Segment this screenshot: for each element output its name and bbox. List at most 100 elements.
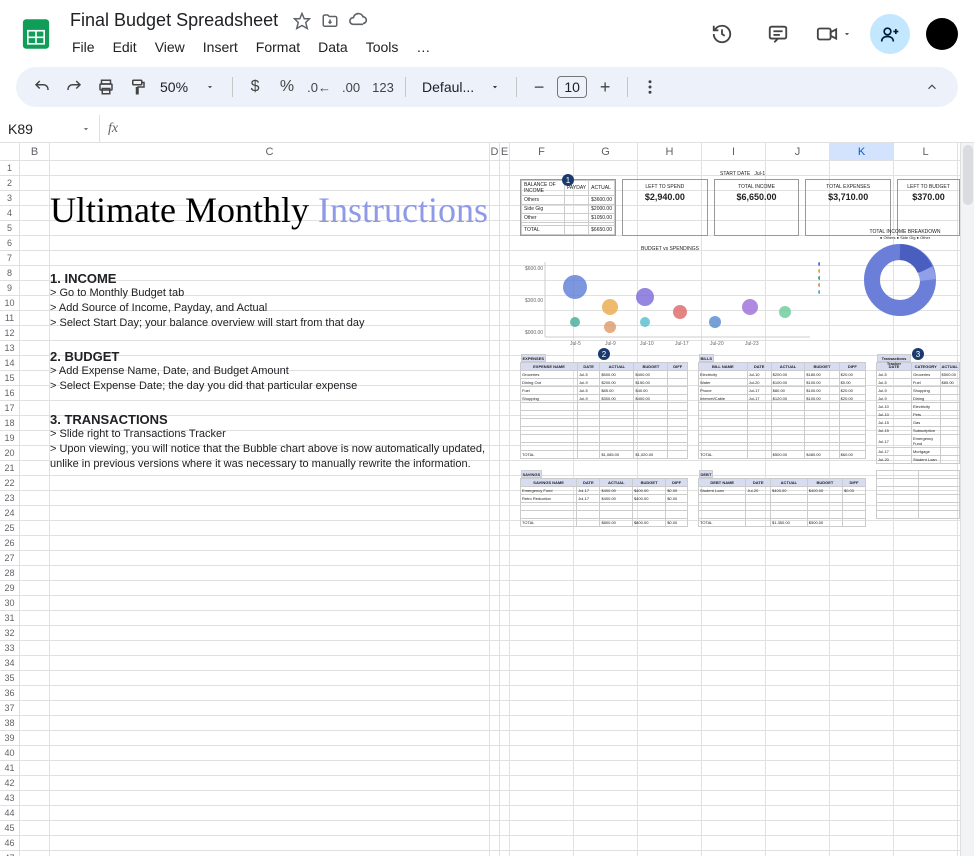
- cell[interactable]: [50, 611, 490, 625]
- cell[interactable]: [702, 401, 766, 415]
- cell[interactable]: [574, 671, 638, 685]
- cell[interactable]: [574, 476, 638, 490]
- cell[interactable]: [894, 191, 958, 205]
- cell[interactable]: [702, 311, 766, 325]
- cell[interactable]: [638, 341, 702, 355]
- cell[interactable]: [50, 311, 490, 325]
- cell[interactable]: [500, 566, 510, 580]
- paint-format-button[interactable]: [124, 73, 152, 101]
- cell[interactable]: [510, 251, 574, 265]
- cell[interactable]: [500, 446, 510, 460]
- cell[interactable]: [490, 686, 500, 700]
- cell[interactable]: [894, 851, 958, 856]
- font-size-decrease[interactable]: −: [525, 73, 553, 101]
- cell[interactable]: [894, 206, 958, 220]
- cell[interactable]: [490, 191, 500, 205]
- row-header[interactable]: 29: [0, 581, 20, 595]
- cell[interactable]: [500, 251, 510, 265]
- row-header[interactable]: 12: [0, 326, 20, 340]
- cell[interactable]: [766, 401, 830, 415]
- cell[interactable]: [766, 626, 830, 640]
- cell[interactable]: [20, 581, 50, 595]
- cell[interactable]: [638, 401, 702, 415]
- cell[interactable]: [20, 236, 50, 250]
- cell[interactable]: [20, 326, 50, 340]
- cell[interactable]: [702, 566, 766, 580]
- cell[interactable]: [490, 446, 500, 460]
- cell[interactable]: [50, 761, 490, 775]
- cell[interactable]: [830, 701, 894, 715]
- select-all-corner[interactable]: [0, 143, 20, 160]
- cell[interactable]: [894, 176, 958, 190]
- cell[interactable]: [894, 641, 958, 655]
- currency-button[interactable]: $: [241, 73, 269, 101]
- row-header[interactable]: 14: [0, 356, 20, 370]
- cell[interactable]: [638, 656, 702, 670]
- cell[interactable]: [20, 386, 50, 400]
- cell[interactable]: [500, 326, 510, 340]
- cell[interactable]: [766, 341, 830, 355]
- cell[interactable]: [510, 731, 574, 745]
- cell[interactable]: [574, 386, 638, 400]
- row-header[interactable]: 39: [0, 731, 20, 745]
- cell[interactable]: [510, 341, 574, 355]
- cell[interactable]: [510, 716, 574, 730]
- cell[interactable]: [894, 296, 958, 310]
- row[interactable]: 47: [0, 851, 960, 856]
- cell[interactable]: [766, 491, 830, 505]
- cell[interactable]: [638, 671, 702, 685]
- cell[interactable]: [574, 791, 638, 805]
- cell[interactable]: [510, 371, 574, 385]
- decrease-decimal-button[interactable]: .0←: [305, 73, 333, 101]
- cell[interactable]: [20, 521, 50, 535]
- cell[interactable]: [830, 491, 894, 505]
- cell[interactable]: [894, 596, 958, 610]
- cell[interactable]: [638, 581, 702, 595]
- cell[interactable]: [830, 761, 894, 775]
- cell[interactable]: [20, 176, 50, 190]
- cell[interactable]: [490, 461, 500, 475]
- cell[interactable]: [638, 251, 702, 265]
- cell[interactable]: [638, 836, 702, 850]
- cell[interactable]: [830, 551, 894, 565]
- star-icon[interactable]: [292, 11, 312, 31]
- cell[interactable]: [894, 581, 958, 595]
- row-header[interactable]: 17: [0, 401, 20, 415]
- font-size-input[interactable]: 10: [557, 76, 587, 98]
- cell[interactable]: [574, 536, 638, 550]
- cell[interactable]: [766, 716, 830, 730]
- row[interactable]: 22: [0, 476, 960, 491]
- cell[interactable]: [500, 776, 510, 790]
- cell[interactable]: [766, 701, 830, 715]
- cell[interactable]: [500, 851, 510, 856]
- cell[interactable]: [574, 581, 638, 595]
- comments-icon[interactable]: [758, 14, 798, 54]
- cell[interactable]: [638, 746, 702, 760]
- cell[interactable]: [50, 431, 490, 445]
- cell[interactable]: [830, 716, 894, 730]
- cell[interactable]: [830, 731, 894, 745]
- cell[interactable]: [574, 401, 638, 415]
- cell[interactable]: [638, 266, 702, 280]
- menu-insert[interactable]: Insert: [195, 35, 246, 59]
- cell[interactable]: [638, 326, 702, 340]
- cell[interactable]: [574, 296, 638, 310]
- cell[interactable]: [574, 551, 638, 565]
- cell[interactable]: [766, 536, 830, 550]
- cell[interactable]: [894, 791, 958, 805]
- cell[interactable]: [50, 536, 490, 550]
- cell[interactable]: [830, 431, 894, 445]
- cell[interactable]: [490, 671, 500, 685]
- cell[interactable]: [830, 836, 894, 850]
- cloud-status-icon[interactable]: [348, 11, 368, 31]
- cell[interactable]: [894, 611, 958, 625]
- cell[interactable]: [766, 251, 830, 265]
- cell[interactable]: [894, 626, 958, 640]
- row-header[interactable]: 25: [0, 521, 20, 535]
- cell[interactable]: [766, 191, 830, 205]
- cell[interactable]: [574, 491, 638, 505]
- cell[interactable]: [830, 821, 894, 835]
- cell[interactable]: [20, 506, 50, 520]
- cell[interactable]: [20, 596, 50, 610]
- cell[interactable]: [574, 416, 638, 430]
